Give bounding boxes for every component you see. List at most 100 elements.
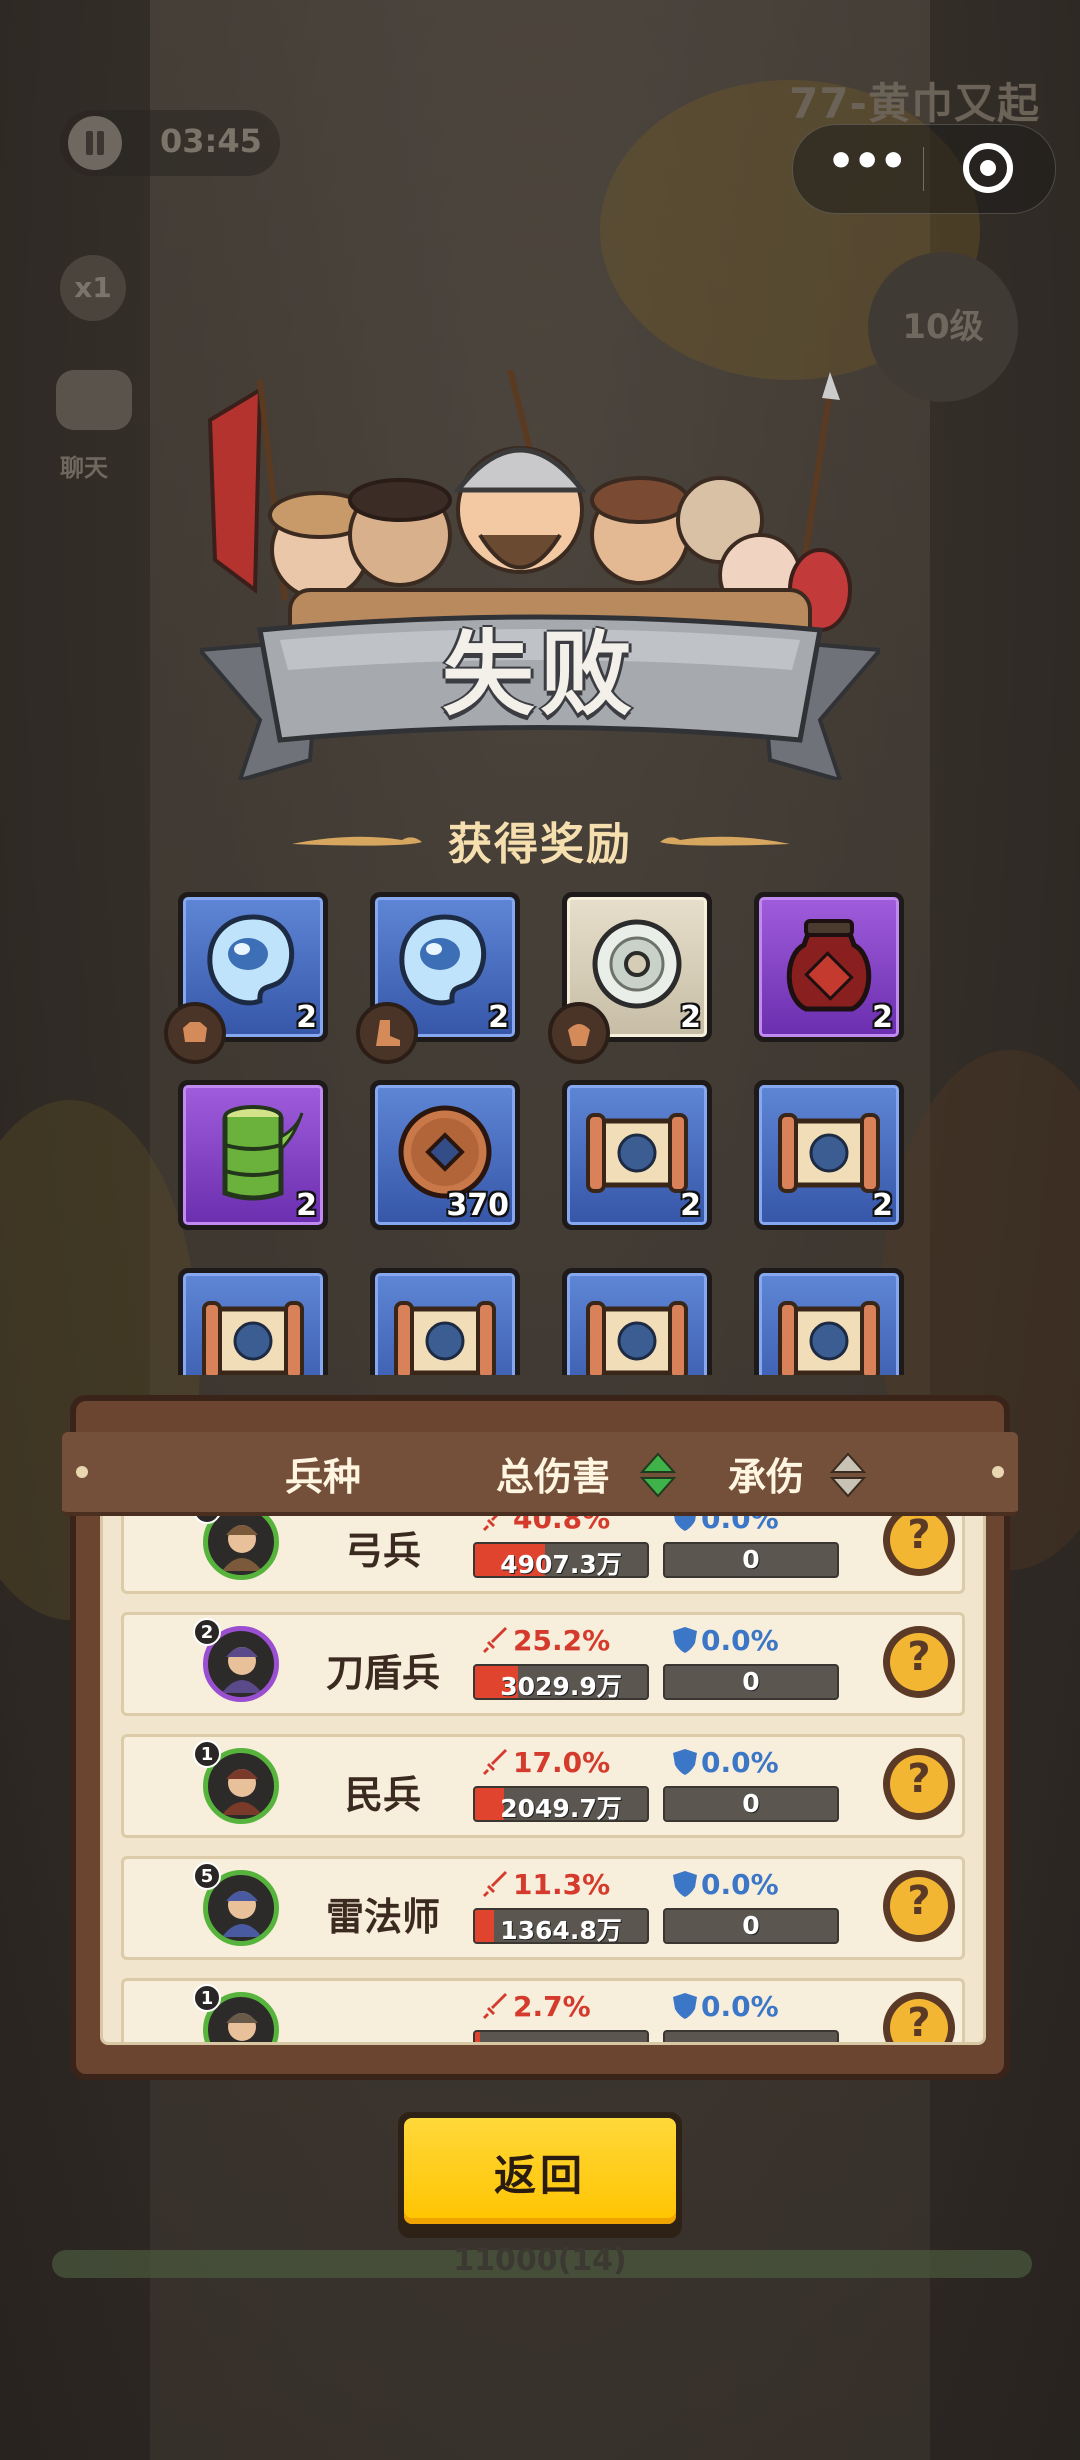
armor-badge-icon [164,1002,226,1064]
reward-item[interactable] [562,1268,712,1375]
reward-quantity: 2 [680,1188,701,1223]
damage-percent: 17.0% [483,1746,643,1779]
defeat-title: 失败 [441,621,638,728]
reward-quantity: 2 [872,1188,893,1223]
helmet-badge-icon [548,1002,610,1064]
taken-percent: 0.0% [673,1746,833,1779]
reward-item[interactable]: 2 [178,1080,328,1230]
taken-value: 0 [742,1545,760,1574]
scroll-icon [394,1301,496,1375]
reward-item[interactable] [370,1268,520,1375]
damage-bar-fill [475,2032,480,2042]
reward-quantity: 2 [296,1188,317,1223]
scroll-icon [778,1113,880,1193]
shield-icon [673,1627,697,1653]
wall-hp-text: 11000(14) [453,2243,627,2278]
level-badge: 10级 [868,252,1018,402]
damage-value: 4907.3万 [500,1550,622,1578]
col-header-taken[interactable]: 承伤 [728,1446,804,1501]
sort-taken-icon[interactable] [830,1452,866,1498]
question-icon: ? [907,1878,931,1924]
unit-name: 刀盾兵 [325,1651,440,1695]
damage-percent-value: 25.2% [513,1624,611,1657]
bamboo-icon [222,1105,304,1201]
blue-gem-icon [207,914,295,1006]
unit-info-button[interactable]: ? [883,1870,955,1942]
reward-item[interactable]: 2 [754,1080,904,1230]
sword-icon [483,1871,507,1897]
unit-level-badge: 1 [193,1984,221,2012]
taken-bar: 0 [663,1908,839,1944]
taken-percent-value: 0.0% [701,1746,779,1779]
scroll-icon [586,1301,688,1375]
reward-item[interactable]: 370 [370,1080,520,1230]
stats-row: 1 民兵 17.0% 0.0% 2049.7万 0? [103,1726,983,1844]
wine-jar-icon [786,919,872,1012]
col-header-unit: 兵种 [285,1455,362,1499]
reward-quantity: 370 [446,1188,509,1223]
chat-icon[interactable] [56,370,132,430]
miniprogram-capsule: ••• [792,124,1056,214]
chat-label: 聊天 [60,454,108,482]
pause-icon[interactable] [68,116,122,170]
taken-value: 0 [742,1911,760,1940]
jade-disc-icon [592,919,682,1009]
speed-button[interactable]: x1 [60,255,126,321]
damage-bar: 3029.9万 [473,1664,649,1700]
unit-info-button[interactable]: ? [883,1992,955,2045]
close-miniprogram-icon[interactable] [963,143,1013,193]
damage-percent: 11.3% [483,1868,643,1901]
stats-list[interactable]: 2弓兵40.8%0.0%4907.3万0?2刀盾兵25.2%0.0%3029.9… [100,1479,986,2045]
unit-info-button[interactable]: ? [883,1748,955,1820]
stats-row: 2 刀盾兵 25.2% 0.0% 3029.9万 0? [103,1604,983,1722]
unit-name: 弓兵 [344,1529,421,1573]
reward-title: 获得奖励 [448,819,632,870]
battle-timer: 03:45 [160,122,262,160]
unit-info-button[interactable]: ? [883,1626,955,1698]
damage-percent: 2.7% [483,1990,643,2023]
shield-icon [673,1993,697,2019]
reward-grid[interactable]: 2 2 2 2 2 370 2 2 [0,880,1080,1375]
damage-percent-value: 11.3% [513,1868,611,1901]
reward-item[interactable] [754,1268,904,1375]
reward-title-right-ornament [660,836,790,846]
taken-percent: 0.0% [673,1868,833,1901]
sword-icon [483,1993,507,2019]
reward-item[interactable]: 2 [562,1080,712,1230]
reward-quantity: 2 [872,1000,893,1035]
col-header-damage[interactable]: 总伤害 [496,1446,610,1501]
damage-bar: 2049.7万 [473,1786,649,1822]
reward-quantity: 2 [488,1000,509,1035]
damage-bar: 1364.8万 [473,1908,649,1944]
sword-icon [483,1627,507,1653]
question-icon: ? [907,1512,931,1558]
scroll-icon [586,1113,688,1193]
stats-row: 5 雷法师 11.3% 0.0% 1364.8万 0? [103,1848,983,1966]
damage-percent: 25.2% [483,1624,643,1657]
taken-bar: 0 [663,1664,839,1700]
taken-percent-value: 0.0% [701,1624,779,1657]
sort-damage-icon[interactable] [640,1452,676,1498]
blue-gem-icon [399,914,487,1006]
taken-value: 0 [742,1789,760,1818]
question-icon: ? [907,2000,931,2045]
damage-percent-value: 17.0% [513,1746,611,1779]
unit-name: 民兵 [344,1773,421,1817]
taken-percent-value: 0.0% [701,1990,779,2023]
taken-bar: 0 [663,1786,839,1822]
return-button[interactable]: 返回 [398,2112,682,2238]
shield-icon [673,1871,697,1897]
scroll-icon [778,1301,880,1375]
sword-icon [483,1749,507,1775]
reward-item[interactable]: 2 [754,892,904,1042]
damage-value: 3029.9万 [500,1672,622,1700]
more-icon[interactable]: ••• [827,140,907,191]
unit-level-badge: 5 [193,1862,221,1890]
capsule-divider [923,147,924,191]
shield-icon [673,1749,697,1775]
reward-item[interactable] [178,1268,328,1375]
taken-percent: 0.0% [673,1624,833,1657]
damage-value: 2049.7万 [500,1794,622,1822]
taken-percent-value: 0.0% [701,1868,779,1901]
scroll-icon [202,1301,304,1375]
